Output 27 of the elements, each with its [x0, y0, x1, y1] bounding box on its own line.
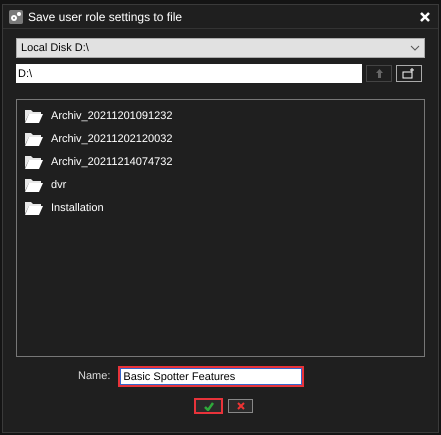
new-folder-icon — [402, 68, 416, 79]
close-icon — [236, 402, 244, 410]
folder-icon — [25, 201, 43, 215]
gears-icon — [9, 10, 23, 24]
name-label: Name: — [78, 369, 110, 384]
drive-dropdown[interactable]: Local Disk D:\ — [16, 38, 425, 58]
folder-icon — [25, 155, 43, 169]
folder-item[interactable]: Archiv_20211214074732 — [25, 154, 416, 170]
path-field[interactable]: D:\ — [16, 64, 362, 83]
close-icon — [420, 12, 430, 22]
drive-name: Local Disk D:\ — [21, 40, 90, 56]
cancel-button[interactable] — [228, 399, 253, 413]
new-folder-button[interactable] — [396, 65, 422, 82]
name-field[interactable]: Basic Spotter Features — [118, 366, 304, 387]
window-title: Save user role settings to file — [28, 8, 184, 26]
chevron-down-icon — [410, 45, 420, 51]
folder-icon — [25, 132, 43, 146]
folder-item[interactable]: Archiv_20211201091232 — [25, 108, 416, 124]
folder-icon — [25, 178, 43, 192]
folder-item[interactable]: Archiv_20211202120032 — [25, 131, 416, 147]
folder-icon — [25, 109, 43, 123]
folder-item[interactable]: dvr — [25, 177, 416, 193]
confirm-button[interactable] — [194, 398, 223, 414]
folder-item[interactable]: Installation — [25, 200, 416, 216]
arrow-up-icon — [376, 69, 382, 78]
close-button[interactable] — [418, 10, 432, 24]
check-icon — [204, 402, 214, 410]
